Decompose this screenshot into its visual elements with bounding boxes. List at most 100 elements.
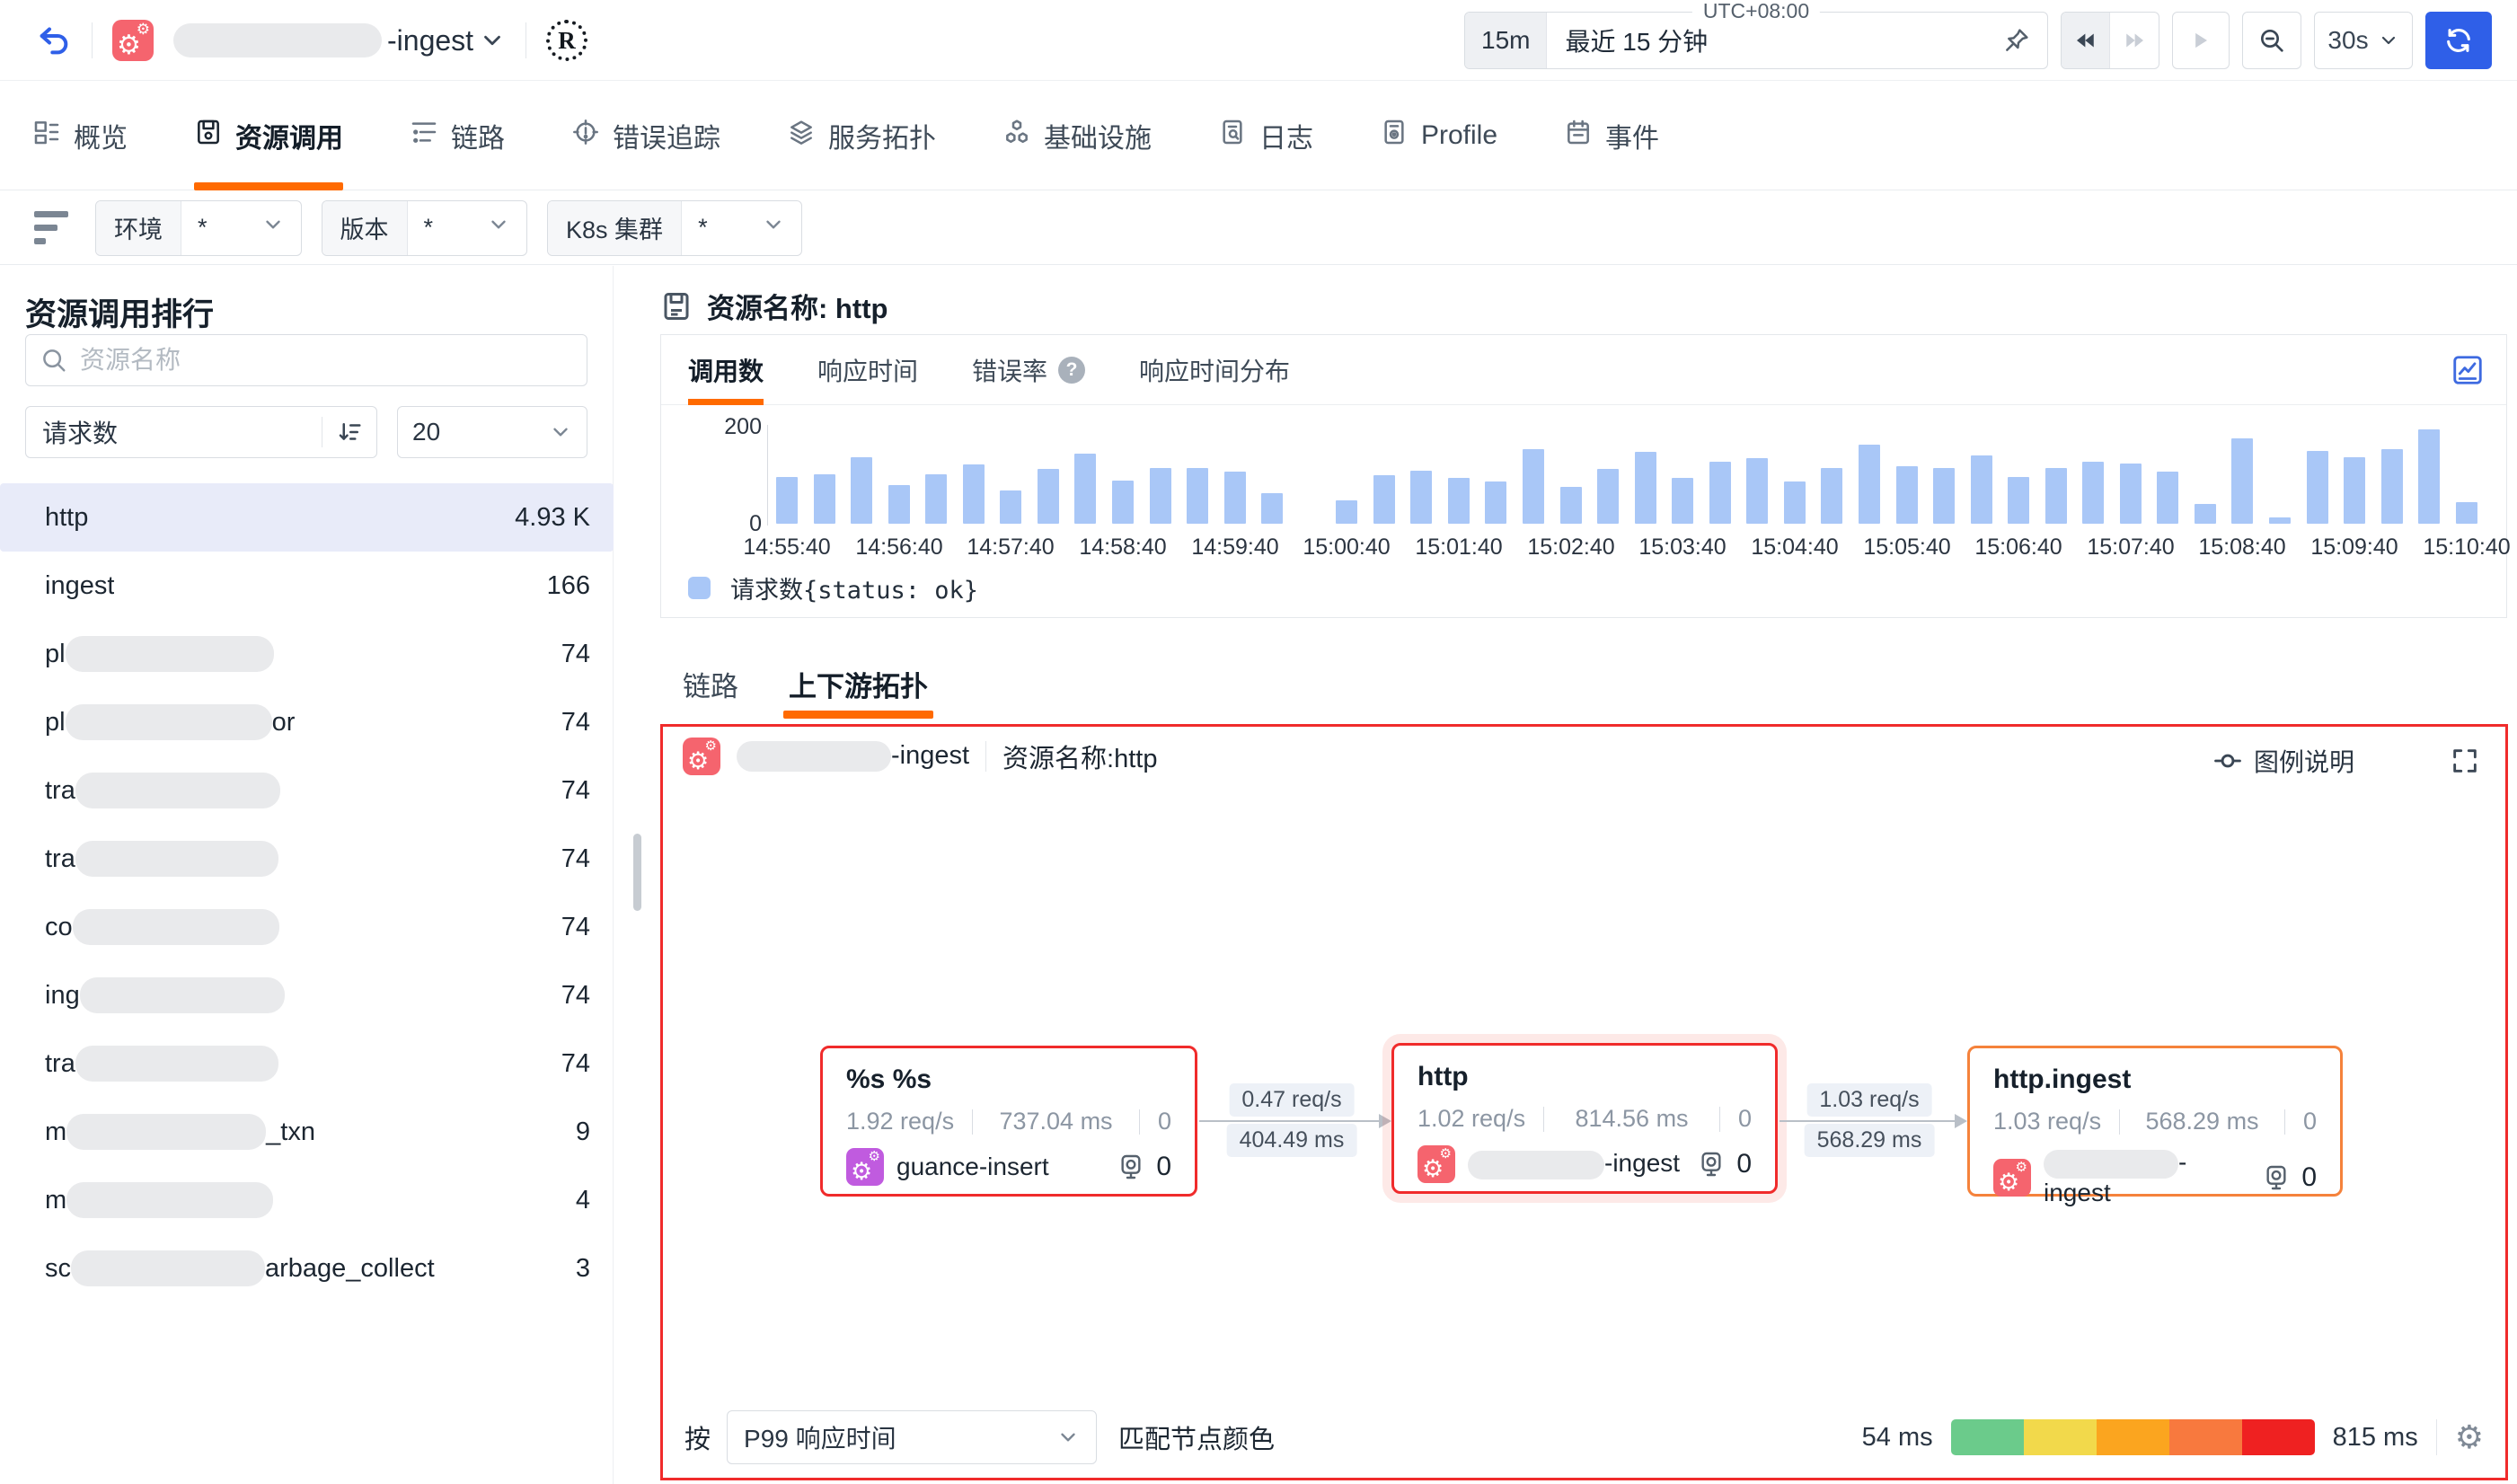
refresh-interval-select[interactable]: 30s [2314,12,2413,69]
request-count: 4 [576,1186,590,1215]
resource-list-item[interactable]: co74 [0,893,614,961]
chart-bar [1224,472,1246,524]
x-axis-labels: 14:55:4014:56:4014:57:4014:58:4014:59:40… [776,534,2517,561]
detail-tab[interactable]: 链路 [683,649,738,719]
shift-back-button[interactable] [2062,13,2110,68]
sort-desc-icon[interactable] [322,419,376,446]
chevron-down-icon [208,213,285,243]
resource-search[interactable] [25,334,587,386]
page-size-select[interactable]: 20 [397,406,587,458]
zoom-out-button[interactable] [2242,12,2301,69]
scale-segment [2169,1419,2242,1455]
color-metric-select[interactable]: P99 响应时间 [727,1410,1097,1464]
chart-legend: 请求数{status: ok} [688,570,978,605]
node-req-rate: 1.03 req/s [1993,1108,2101,1135]
resource-list-item[interactable]: scarbage_collect3 [0,1234,614,1303]
nav-tab-label: 链路 [451,116,505,155]
search-input[interactable] [80,346,572,375]
divider [985,741,986,772]
nav-tab-resource[interactable]: 资源调用 [194,82,343,190]
node-title: http [1417,1062,1752,1092]
scale-min-label: 54 ms [1862,1423,1933,1453]
filter-select[interactable]: * [682,201,801,255]
nav-tab-error[interactable]: 错误追踪 [571,82,720,190]
chart-bar [1859,445,1880,524]
topology-node-guance-insert[interactable]: %s %s 1.92 req/s737.04 ms0 ⚙⚙ guance-ins… [820,1046,1197,1197]
monitor-count: 0 [1697,1149,1752,1179]
resource-list-item[interactable]: ingest 166 [0,552,614,620]
resource-list-item[interactable]: plor74 [0,688,614,756]
chevron-down-icon [708,213,785,243]
sort-field-select[interactable]: 请求数 [25,406,377,458]
filter-group: 版本* [322,200,528,256]
redacted-text [80,977,285,1013]
chart-bar [2195,504,2216,524]
request-count: 166 [547,571,590,601]
chart-bar [1672,478,1693,524]
resource-name: m_txn [45,1114,315,1150]
nav-tab-infra[interactable]: 基础设施 [1002,82,1152,190]
pin-icon[interactable] [2002,26,2031,55]
resource-name: ingest [45,571,114,601]
resource-list-item[interactable]: m_txn9 [0,1098,614,1166]
chart-bar [1373,475,1395,524]
chart-tab[interactable]: 响应时间分布 [1139,335,1290,405]
play-button[interactable] [2172,12,2230,69]
node-service-row: ⚙⚙ guance-insert 0 [846,1148,1171,1186]
filter-icon[interactable] [34,211,70,244]
legend-icon [2212,746,2243,776]
resource-list-item[interactable]: http4.93 K [0,483,614,552]
topology-node-http[interactable]: http 1.02 req/s814.56 ms0 ⚙⚙ -ingest 0 [1391,1043,1778,1194]
nav-tab-profile[interactable]: Profile [1380,82,1497,190]
chart-tab[interactable]: 调用数 [688,335,764,405]
topology-header: ⚙⚙ -ingest 资源名称:http [683,738,1157,775]
refresh-button[interactable] [2425,12,2492,69]
chart-tab[interactable]: 响应时间 [817,335,918,405]
view-chart-icon[interactable] [2451,353,2485,387]
nav-tab-topology[interactable]: 服务拓扑 [787,82,936,190]
rust-icon[interactable]: R [546,20,587,61]
resource-name: scarbage_collect [45,1250,435,1286]
chart-bar [814,474,835,524]
filter-select[interactable]: * [408,201,527,255]
node-latency: 814.56 ms [1562,1105,1701,1133]
resource-list-item[interactable]: tra74 [0,825,614,893]
legend-help-button[interactable]: 图例说明 [2212,743,2354,779]
resource-list-item[interactable]: tra74 [0,756,614,825]
node-req-rate: 1.02 req/s [1417,1105,1525,1133]
gear-icon[interactable]: ⚙ [2455,1421,2484,1453]
fullscreen-icon[interactable] [2450,746,2480,776]
resource-list-item[interactable]: m4 [0,1166,614,1234]
resource-name: tra [45,1046,278,1082]
time-range-picker[interactable]: UTC+08:00 15m 最近 15 分钟 [1464,12,2048,69]
topology-node-http-ingest[interactable]: http.ingest 1.03 req/s568.29 ms0 ⚙⚙ -ing… [1967,1046,2343,1197]
scale-max-label: 815 ms [2333,1423,2418,1453]
nav-tab-trace[interactable]: 链路 [410,82,505,190]
chart-bar [925,474,947,524]
scrollbar-thumb[interactable] [633,834,641,911]
resource-list-item[interactable]: ing74 [0,961,614,1029]
filter-group: K8s 集群* [547,200,802,256]
service-icon: ⚙⚙ [1417,1145,1455,1183]
time-shift-buttons [2061,12,2159,69]
chart-bar [2456,502,2477,524]
detail-tab[interactable]: 上下游拓扑 [789,649,928,719]
redacted-text [66,1114,266,1150]
x-axis-tick: 15:05:40 [1863,534,1950,561]
chart-tab[interactable]: 错误率? [972,335,1085,405]
shift-forward-button[interactable] [2110,13,2159,68]
app-name[interactable]: -ingest [173,23,506,57]
nav-tab-events[interactable]: 事件 [1564,82,1659,190]
node-service-row: ⚙⚙ -ingest 0 [1993,1148,2317,1207]
filter-select[interactable]: * [181,201,301,255]
nav-tab-overview[interactable]: 概览 [32,82,128,190]
nav-tab-logs[interactable]: 日志 [1218,82,1313,190]
match-label: 匹配节点颜色 [1118,1418,1275,1456]
node-title: http.ingest [1993,1064,2317,1095]
resource-list-item[interactable]: pl74 [0,620,614,688]
help-icon[interactable]: ? [1058,357,1085,384]
resource-list-item[interactable]: tra74 [0,1029,614,1098]
back-icon[interactable] [36,22,72,58]
timezone-label: UTC+08:00 [1692,0,1820,23]
service-name: -ingest [1468,1149,1680,1179]
